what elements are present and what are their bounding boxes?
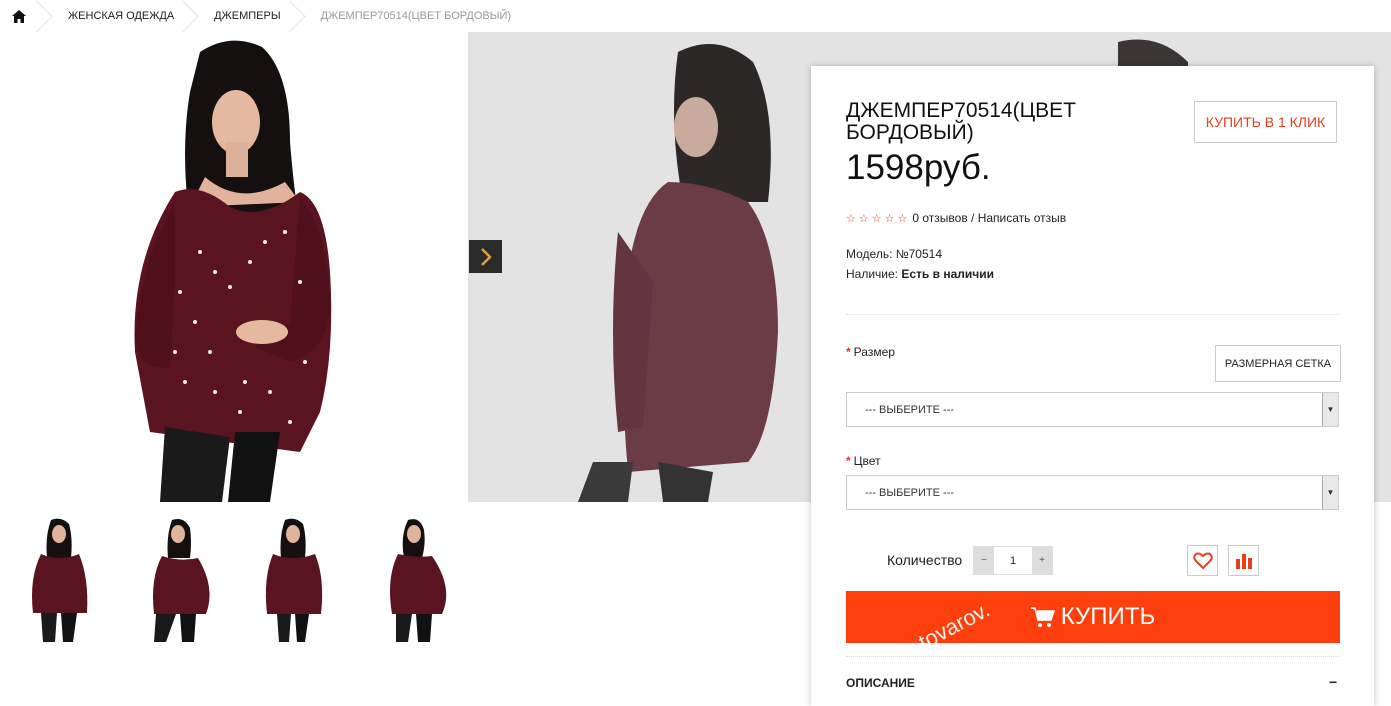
size-select[interactable]: --- ВЫБЕРИТЕ --- ▼ — [846, 392, 1339, 427]
quantity-minus-button[interactable]: − — [974, 547, 994, 574]
home-icon — [12, 9, 26, 23]
heart-icon — [1192, 552, 1213, 569]
watermark: tovarov. — [914, 596, 994, 643]
buy-one-click-button[interactable]: КУПИТЬ В 1 КЛИК — [1194, 101, 1337, 143]
size-chart-button[interactable]: РАЗМЕРНАЯ СЕТКА — [1215, 345, 1341, 382]
thumbnail-2[interactable] — [117, 518, 234, 642]
breadcrumb-home[interactable] — [0, 0, 46, 32]
description-toggle[interactable]: − — [1329, 674, 1337, 690]
chevron-right-icon — [480, 247, 492, 266]
slider-next-button[interactable] — [469, 240, 502, 273]
divider — [846, 656, 1340, 657]
quantity-input[interactable]: 1 — [994, 547, 1032, 574]
thumbnail-4[interactable] — [351, 518, 468, 642]
availability-info: Наличие: Есть в наличии — [846, 267, 994, 281]
thumbnail-image — [265, 518, 322, 642]
divider — [846, 314, 1340, 315]
thumbnail-strip — [0, 518, 468, 642]
color-select[interactable]: --- ВЫБЕРИТЕ --- ▼ — [846, 475, 1339, 510]
buy-button[interactable]: КУПИТЬ tovarov. — [846, 591, 1340, 643]
product-title: ДЖЕМПЕР70514(ЦВЕТ БОРДОВЫЙ) — [846, 99, 1076, 144]
star-icon: ☆ — [871, 212, 882, 225]
breadcrumb: ЖЕНСКАЯ ОДЕЖДА ДЖЕМПЕРЫ ДЖЕМПЕР70514(ЦВЕ… — [0, 0, 1391, 33]
main-product-image[interactable] — [0, 32, 468, 502]
breadcrumb-item-sweaters[interactable]: ДЖЕМПЕРЫ — [192, 0, 298, 32]
thumbnail-image — [31, 518, 87, 642]
cart-icon — [1030, 607, 1055, 627]
dropdown-arrow-icon: ▼ — [1322, 476, 1338, 509]
compare-button[interactable] — [1228, 545, 1259, 576]
reviews-link[interactable]: 0 отзывов / Написать отзыв — [912, 211, 1066, 225]
thumbnail-1[interactable] — [0, 518, 117, 642]
thumbnail-3[interactable] — [234, 518, 351, 642]
thumbnail-image — [152, 519, 210, 642]
buy-button-label: КУПИТЬ — [1060, 603, 1156, 630]
quantity-stepper: − 1 + — [973, 546, 1053, 575]
model-info: Модель: №70514 — [846, 247, 942, 261]
star-icon: ☆ — [897, 212, 908, 225]
star-icon: ☆ — [884, 212, 895, 225]
breadcrumb-current: ДЖЕМПЕР70514(ЦВЕТ БОРДОВЫЙ) — [320, 10, 512, 22]
availability-label: Наличие: — [846, 267, 899, 281]
size-label: * Размер — [846, 345, 895, 359]
breadcrumb-item-women[interactable]: ЖЕНСКАЯ ОДЕЖДА — [46, 0, 192, 32]
model-label: Модель: — [846, 247, 893, 261]
size-select-value: --- ВЫБЕРИТЕ --- — [865, 403, 955, 416]
product-price: 1598руб. — [846, 148, 991, 187]
dropdown-arrow-icon: ▼ — [1322, 393, 1338, 426]
star-icon: ☆ — [846, 212, 856, 225]
color-label: * Цвет — [846, 454, 881, 468]
wishlist-button[interactable] — [1187, 545, 1218, 576]
compare-icon — [1235, 553, 1252, 569]
required-mark: * — [846, 345, 851, 359]
star-icon: ☆ — [858, 212, 869, 225]
product-info-panel: ДЖЕМПЕР70514(ЦВЕТ БОРДОВЫЙ) КУПИТЬ В 1 К… — [811, 66, 1374, 706]
thumbnail-image — [389, 519, 446, 642]
quantity-label: Количество — [887, 552, 963, 568]
model-value: №70514 — [895, 247, 942, 261]
color-select-value: --- ВЫБЕРИТЕ --- — [865, 486, 955, 499]
availability-value: Есть в наличии — [901, 267, 994, 281]
description-heading[interactable]: ОПИСАНИЕ — [846, 676, 915, 690]
model-figure — [134, 40, 332, 502]
required-mark: * — [846, 454, 851, 468]
rating-row: ☆ ☆ ☆ ☆ ☆ 0 отзывов / Написать отзыв — [846, 211, 1066, 225]
quantity-plus-button[interactable]: + — [1032, 547, 1052, 574]
